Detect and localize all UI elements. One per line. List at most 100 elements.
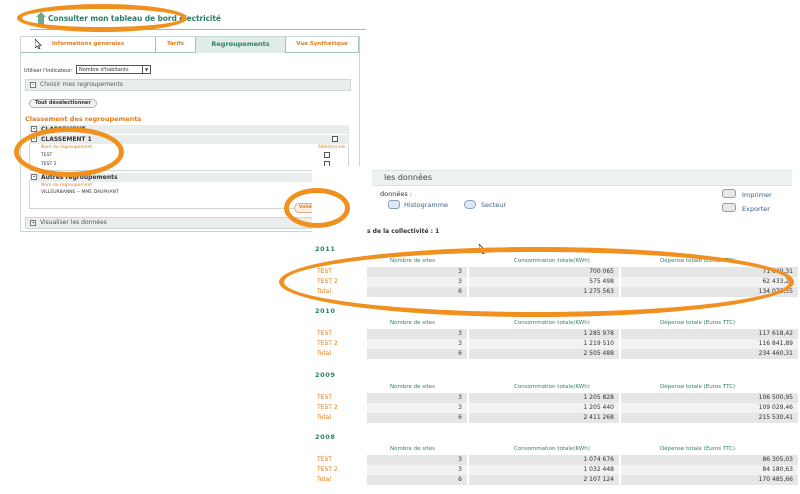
cell-depense: 170 485,66 <box>621 475 798 485</box>
table-row: TEST 2 31 032 448 84 180,63 <box>312 465 798 475</box>
cell-sites: 6 <box>367 475 467 485</box>
cell-depense: 234 460,31 <box>621 349 798 359</box>
tab-vue-synthetique[interactable]: Vue Synthétique <box>286 37 359 53</box>
row-label[interactable]: TEST 2 <box>317 466 338 473</box>
indicator-select[interactable]: Nombre d'habitants ▼ <box>76 65 151 74</box>
data-panel: les données données : Histogramme Secteu… <box>312 166 800 494</box>
cell-sites: 3 <box>367 329 467 339</box>
cell-conso: 1 275 563 <box>469 287 619 297</box>
column-header: Consommation totale(KWh) <box>514 320 590 326</box>
classement-1-label: CLASSEMENT 1 <box>41 136 92 143</box>
column-header: Nombre de sites <box>390 258 436 264</box>
tab-regroupements[interactable]: Regroupements <box>196 37 286 53</box>
cell-conso: 575 498 <box>469 277 619 287</box>
year-label: 2008 <box>315 433 336 441</box>
choose-regroupements-bar[interactable]: – Choisir mes regroupements <box>25 79 351 91</box>
cell-sites: 3 <box>367 267 467 277</box>
classement-title: Classement des regroupements <box>25 115 142 123</box>
classement-group-label: CLASSEMENT <box>41 126 86 133</box>
deselect-all-button[interactable]: Tout désélectionner <box>29 99 97 108</box>
cell-sites: 3 <box>367 277 467 287</box>
collapse-icon: – <box>31 126 37 132</box>
donnees-bar: les données <box>372 170 792 186</box>
indicator-select-value: Nombre d'habitants <box>79 67 129 73</box>
row-label[interactable]: TEST <box>317 268 332 275</box>
collapse-icon: – <box>31 174 37 180</box>
export-button[interactable]: Exporter <box>742 205 770 213</box>
tab-tarifs[interactable]: Tarifs <box>156 37 196 53</box>
column-header: Dépense totale (Euros TTC) <box>660 320 736 326</box>
column-header: Nombre de sites <box>390 384 436 390</box>
column-header: Nombre de sites <box>390 446 436 452</box>
column-header: Consommation totale(KWh) <box>514 258 590 264</box>
column-header: Nombre de sites <box>390 320 436 326</box>
cursor-icon <box>35 39 42 49</box>
cell-depense: 134 073,55 <box>621 287 798 297</box>
classement-group-head[interactable]: – CLASSEMENT <box>29 125 349 134</box>
cell-depense: 84 180,63 <box>621 465 798 475</box>
cell-sites: 3 <box>367 339 467 349</box>
row-label: Total <box>317 350 332 357</box>
export-icon[interactable] <box>722 203 736 212</box>
cell-sites: 3 <box>367 455 467 465</box>
header-divider <box>30 29 366 30</box>
histogram-icon[interactable] <box>388 200 400 209</box>
histogramme-button[interactable]: Histogramme <box>404 201 448 209</box>
row-label[interactable]: TEST 2 <box>317 340 338 347</box>
print-button[interactable]: Imprimer <box>742 191 772 199</box>
column-header: Consommation totale(KWh) <box>514 446 590 452</box>
cell-sites: 3 <box>367 465 467 475</box>
classement-1-head[interactable]: – CLASSEMENT 1 <box>29 135 349 144</box>
donnees-label: données : <box>380 190 412 198</box>
cell-depense: 71 640,31 <box>621 267 798 277</box>
secteur-button[interactable]: Secteur <box>481 201 506 209</box>
table-row: TEST 2 3 575 498 62 433,24 <box>312 277 798 287</box>
total-row: Total 6 2 107 124 170 485,66 <box>312 475 798 485</box>
row-label[interactable]: TEST <box>317 394 332 401</box>
indicator-label: Utiliser l'indicateur: <box>24 68 73 74</box>
cell-depense: 109 029,46 <box>621 403 798 413</box>
print-icon[interactable] <box>722 189 736 198</box>
year-label: 2009 <box>315 371 336 379</box>
cell-conso: 1 074 676 <box>469 455 619 465</box>
item-checkbox[interactable] <box>324 152 330 158</box>
cell-conso: 1 219 510 <box>469 339 619 349</box>
pie-icon[interactable] <box>464 200 476 209</box>
row-label[interactable]: TEST 2 <box>317 404 338 411</box>
cell-conso: 1 205 828 <box>469 393 619 403</box>
row-label: Total <box>317 414 332 421</box>
cell-depense: 62 433,24 <box>621 277 798 287</box>
total-row: Total 6 2 505 488 234 460,31 <box>312 349 798 359</box>
nom-regroupement-header: Nom du regroupement <box>41 145 93 150</box>
list-item: TEST 2 <box>41 162 57 167</box>
cell-depense: 86 305,03 <box>621 455 798 465</box>
row-label[interactable]: TEST <box>317 456 332 463</box>
cell-sites: 6 <box>367 287 467 297</box>
cell-conso: 1 285 978 <box>469 329 619 339</box>
row-label[interactable]: TEST 2 <box>317 278 338 285</box>
regroupements-panel: Informations générales Tarifs Regroupeme… <box>20 36 360 232</box>
total-row: Total 6 1 275 563 134 073,55 <box>312 287 798 297</box>
page-title[interactable]: Consulter mon tableau de bord électricit… <box>48 14 221 23</box>
autres-group-label: Autres regroupements <box>41 174 118 181</box>
row-label: Total <box>317 476 332 483</box>
cell-conso: 2 107 124 <box>469 475 619 485</box>
home-icon <box>36 12 46 26</box>
table-row: TEST 3 1 074 676 86 305,03 <box>312 455 798 465</box>
tab-bar: Informations générales Tarifs Regroupeme… <box>21 37 359 53</box>
cell-sites: 3 <box>367 403 467 413</box>
list-item: VILLEURBANNE -- MME DAUPHANT <box>41 190 119 195</box>
column-header: Dépense totale (Euros TTC) <box>660 446 736 452</box>
classement-1-checkbox[interactable] <box>332 136 338 142</box>
cell-depense: 116 841,89 <box>621 339 798 349</box>
cell-sites: 6 <box>367 349 467 359</box>
list-item: TEST <box>41 153 53 158</box>
collectivite-title: s de la collectivité : 1 <box>367 228 440 235</box>
autres-group-head[interactable]: – Autres regroupements <box>29 173 349 182</box>
table-row: TEST 2 31 205 440 109 029,46 <box>312 403 798 413</box>
visualiser-donnees-bar[interactable]: + Visualiser les données <box>25 217 351 229</box>
row-label[interactable]: TEST <box>317 330 332 337</box>
collapse-icon: – <box>30 82 36 88</box>
collapse-icon: – <box>31 136 37 142</box>
row-label: Total <box>317 288 332 295</box>
